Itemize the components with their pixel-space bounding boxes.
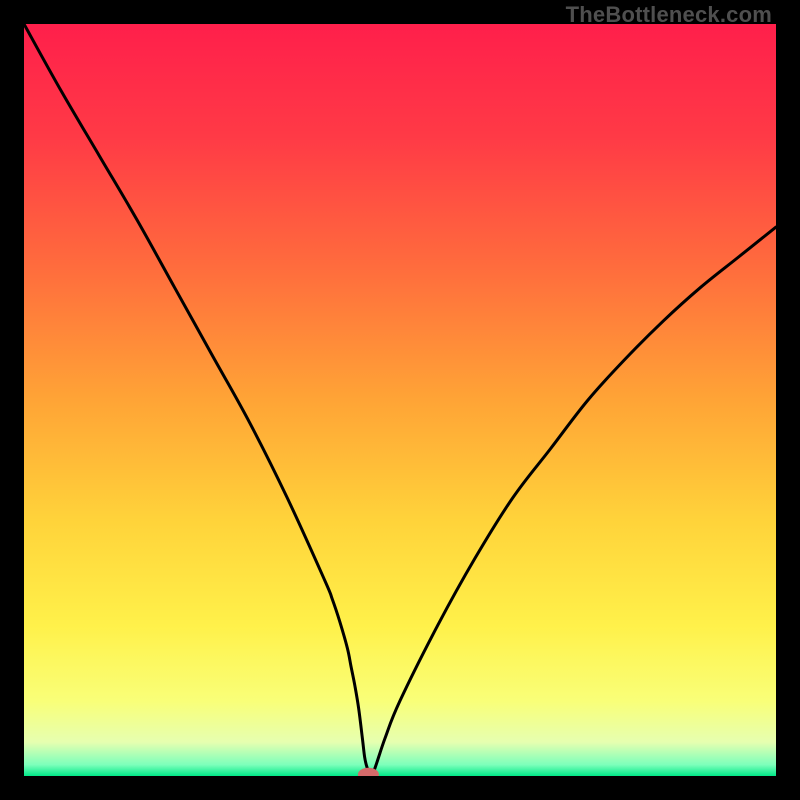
chart-frame: TheBottleneck.com bbox=[0, 0, 800, 800]
plot-area bbox=[24, 24, 776, 776]
gradient-background bbox=[24, 24, 776, 776]
bottleneck-chart bbox=[24, 24, 776, 776]
